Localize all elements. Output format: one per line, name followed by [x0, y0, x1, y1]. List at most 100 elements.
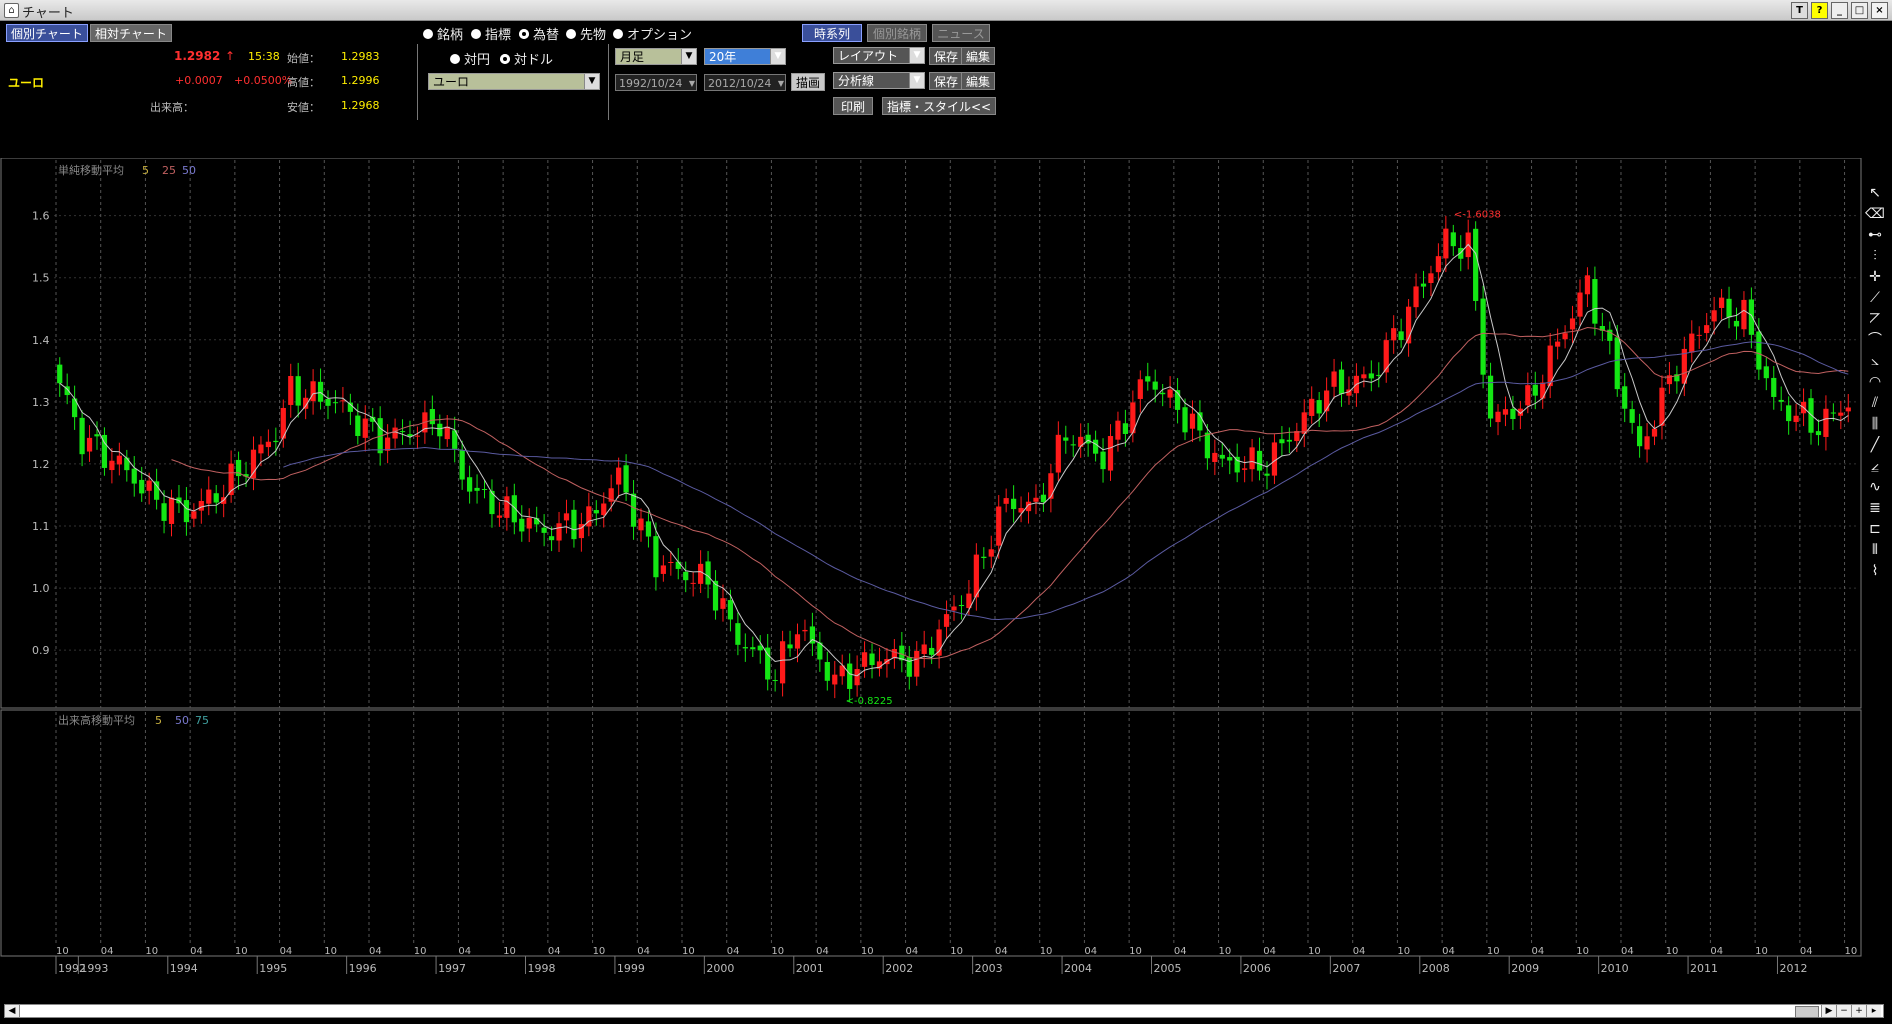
radio-label: 先物 — [580, 28, 607, 43]
candle-body — [653, 536, 659, 578]
radio-options[interactable]: オプション — [613, 24, 692, 43]
year-label: 2005 — [1153, 962, 1181, 975]
tab-relative-chart[interactable]: 相対チャート — [90, 24, 172, 42]
candle-body — [847, 663, 853, 689]
analysis-edit-button[interactable]: 編集 — [961, 72, 996, 90]
scroll-end-icon[interactable]: ▸ — [1866, 1005, 1881, 1017]
radio-label: 対ドル — [514, 53, 554, 68]
text-mode-button[interactable]: T — [1791, 2, 1808, 19]
help-button[interactable]: ? — [1811, 2, 1828, 19]
radio-index[interactable]: 指標 — [471, 24, 511, 43]
maximize-button[interactable]: □ — [1851, 2, 1868, 19]
layout-save-button[interactable]: 保存 — [929, 47, 964, 65]
wave-icon[interactable]: ∿ — [1864, 477, 1886, 498]
zoom-out-icon[interactable]: − — [1836, 1005, 1851, 1017]
range-select[interactable]: 20年 ▼ — [704, 48, 786, 65]
candle-body — [1391, 328, 1397, 341]
year-label: 1999 — [617, 962, 645, 975]
retracement-icon[interactable]: ≣ — [1864, 498, 1886, 519]
arc-icon[interactable]: ⌒ — [1864, 330, 1886, 351]
close-button[interactable]: × — [1871, 2, 1888, 19]
date-from-field[interactable]: 1992/10/24 ▼ — [615, 74, 697, 91]
analysis-save-button[interactable]: 保存 — [929, 72, 964, 90]
radio-base-yen[interactable]: 対円 — [450, 49, 490, 68]
month-tick-label: 04 — [1710, 946, 1723, 957]
date-to-field[interactable]: 2012/10/24 ▼ — [704, 74, 786, 91]
minimize-button[interactable]: _ — [1831, 2, 1848, 19]
crosshair-icon[interactable]: ✛ — [1864, 267, 1886, 288]
zigzag-icon[interactable]: ⌇ — [1864, 561, 1886, 582]
candle-body — [1070, 444, 1076, 446]
candle-body — [951, 606, 957, 611]
tab-individual-chart[interactable]: 個別チャート — [6, 24, 88, 42]
pointer-icon[interactable]: ↖ — [1864, 183, 1886, 204]
candle-body — [139, 479, 145, 494]
candle-body — [1160, 392, 1166, 395]
indicator-style-button[interactable]: 指標・スタイル<< — [882, 97, 997, 115]
y-tick-label: 1.5 — [32, 272, 50, 285]
radio-futures[interactable]: 先物 — [566, 24, 606, 43]
fibonacci-time-icon[interactable]: ⫼ — [1864, 414, 1886, 435]
chevron-down-icon: ▼ — [681, 49, 696, 64]
timeseries-button[interactable]: 時系列 — [802, 24, 862, 42]
candle-body — [929, 647, 935, 655]
candle-body — [1122, 423, 1129, 434]
radio-stock[interactable]: 銘柄 — [423, 24, 463, 43]
eraser-icon[interactable]: ⌫ — [1864, 204, 1886, 225]
horizontal-line-icon[interactable]: ⊷ — [1864, 225, 1886, 246]
draw-button[interactable]: 描画 — [791, 73, 826, 91]
instrument-name: ユーロ — [8, 76, 45, 90]
year-label: 2001 — [796, 962, 824, 975]
gann-fan-icon[interactable]: ⦤ — [1864, 456, 1886, 477]
separator — [417, 44, 418, 120]
individual-stock-button[interactable]: 個別銘柄 — [867, 24, 927, 42]
analysis-select[interactable]: 分析線 ▼ — [833, 72, 925, 89]
radio-base-dollar[interactable]: 対ドル — [500, 49, 553, 68]
layout-select[interactable]: レイアウト ▼ — [833, 47, 925, 64]
month-tick-label: 10 — [414, 946, 427, 957]
month-tick-label: 04 — [1621, 946, 1634, 957]
ma-period-label: 5 — [142, 164, 149, 177]
separator — [608, 44, 609, 120]
layout-edit-button[interactable]: 編集 — [961, 47, 996, 65]
horizontal-scrollbar[interactable]: ◀ ▶ − + ▸ — [4, 1004, 1884, 1018]
candle-body — [1629, 409, 1635, 423]
ma-period-label: 50 — [182, 164, 196, 177]
cycle-icon[interactable]: ⫴ — [1864, 540, 1886, 561]
line-segment-icon[interactable]: ╱ — [1864, 435, 1886, 456]
candle-body — [325, 398, 331, 406]
currency-select[interactable]: ユーロ ▼ — [428, 73, 600, 90]
range-icon[interactable]: ⊏ — [1864, 519, 1886, 540]
fibonacci-fan-icon[interactable]: ⦣ — [1864, 351, 1886, 372]
candle-body — [1771, 377, 1777, 397]
radio-forex[interactable]: 為替 — [519, 24, 559, 43]
scroll-right-icon[interactable]: ▶ — [1821, 1005, 1836, 1017]
scroll-left-icon[interactable]: ◀ — [5, 1005, 20, 1017]
scroll-thumb[interactable] — [1795, 1006, 1819, 1018]
period-select[interactable]: 月足 ▼ — [615, 48, 697, 65]
candle-body — [1413, 286, 1419, 308]
year-label: 2012 — [1779, 962, 1807, 975]
candle-body — [1443, 228, 1449, 259]
month-tick-label: 10 — [1397, 946, 1410, 957]
candle-body — [161, 503, 167, 521]
zoom-in-icon[interactable]: + — [1851, 1005, 1866, 1017]
fan-line-icon[interactable]: ⦢ — [1864, 309, 1886, 330]
candle-body — [1532, 384, 1538, 396]
price-chart[interactable]: 1.61.51.41.31.21.11.00.9101992199304 1019… — [0, 158, 1862, 1004]
fibonacci-arc-icon[interactable]: ◠ — [1864, 372, 1886, 393]
price-change: +0.0007 — [175, 74, 223, 87]
candle-body — [1361, 374, 1367, 379]
year-label: 1993 — [80, 962, 108, 975]
news-button[interactable]: ニュース — [932, 24, 990, 42]
candle-body — [1786, 405, 1792, 422]
candle-body — [958, 604, 965, 607]
vertical-line-icon[interactable]: ⫶ — [1864, 246, 1886, 267]
print-button[interactable]: 印刷 — [833, 97, 873, 115]
channel-icon[interactable]: ⫽ — [1864, 393, 1886, 414]
candle-body — [1569, 318, 1576, 330]
candle-body — [772, 680, 778, 682]
candle-body — [973, 554, 979, 598]
trend-line-icon[interactable]: ⟋ — [1864, 288, 1886, 309]
candle-body — [675, 561, 681, 569]
